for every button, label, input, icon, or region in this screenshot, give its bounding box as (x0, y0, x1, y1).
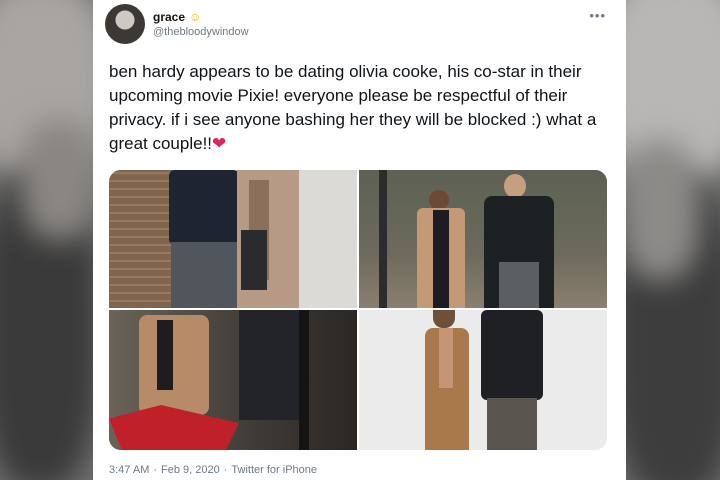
tweet-source[interactable]: Twitter for iPhone (231, 464, 317, 476)
separator-dot: · (223, 464, 228, 476)
tweet-body: ben hardy appears to be dating olivia co… (109, 62, 597, 153)
display-name[interactable]: grace (153, 10, 185, 24)
avatar[interactable] (105, 4, 145, 44)
photo-1[interactable] (109, 170, 357, 308)
tweet-text: ben hardy appears to be dating olivia co… (109, 60, 609, 156)
heart-emoji-icon: ❤ (212, 134, 227, 153)
separator-dot: · (153, 464, 158, 476)
tweet-header: grace ☺ @thebloodywindow ••• (105, 2, 614, 46)
more-options-icon[interactable]: ••• (589, 8, 606, 23)
tweet-footer: 3:47 AM · Feb 9, 2020 · Twitter for iPho… (109, 464, 317, 476)
tweet-date[interactable]: Feb 9, 2020 (161, 464, 220, 476)
author-name-row: grace ☺ (153, 10, 201, 24)
tweet-time[interactable]: 3:47 AM (109, 464, 149, 476)
photo-3[interactable] (109, 310, 357, 450)
photo-4[interactable] (359, 310, 607, 450)
tweet-card: grace ☺ @thebloodywindow ••• ben hardy a… (93, 0, 626, 480)
photo-2[interactable] (359, 170, 607, 308)
user-handle[interactable]: @thebloodywindow (153, 26, 249, 38)
photo-grid (109, 170, 607, 450)
smile-emoji-icon: ☺ (189, 10, 202, 24)
